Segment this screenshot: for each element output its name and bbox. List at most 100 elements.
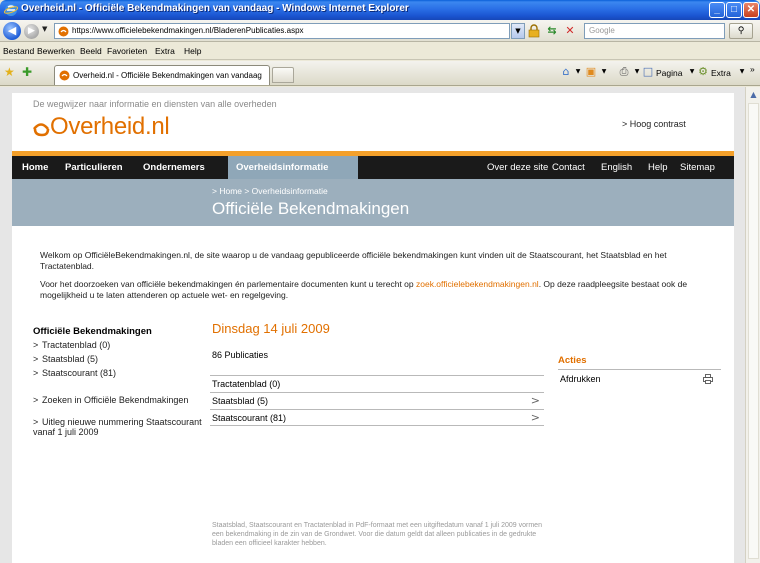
- printer-icon[interactable]: [703, 374, 713, 384]
- print-link[interactable]: Afdrukken: [560, 374, 601, 384]
- search-placeholder: Google: [589, 26, 615, 35]
- menu-bestand[interactable]: Bestand: [3, 46, 34, 56]
- history-dropdown-button[interactable]: ▼: [42, 25, 47, 33]
- feeds-icon[interactable]: ▣: [585, 66, 597, 78]
- sidebar-item-uitleg[interactable]: > Uitleg nieuwe nummering Staatscourant v…: [33, 417, 203, 437]
- page-menu[interactable]: Pagina: [656, 68, 682, 78]
- publication-label: Staatsblad (5): [212, 396, 269, 406]
- footer-note: Staatsblad, Staatscourant en Tractatenbl…: [212, 522, 542, 547]
- chevron-right-icon: >: [33, 395, 39, 405]
- vertical-scrollbar[interactable]: ▲: [745, 87, 760, 563]
- sidebar-item-staatsblad[interactable]: > Staatsblad (5): [33, 354, 98, 364]
- search-input[interactable]: Google: [584, 23, 725, 39]
- nav-home[interactable]: Home: [22, 156, 48, 179]
- menu-bar: Bestand Bewerken Beeld Favorieten Extra …: [0, 43, 760, 60]
- gear-icon[interactable]: ⚙: [697, 66, 709, 78]
- nav-sitemap[interactable]: Sitemap: [680, 156, 715, 179]
- intro-search-text: Voor het doorzoeken van officiële bekend…: [40, 279, 416, 289]
- print-icon[interactable]: ⎙: [618, 66, 630, 78]
- high-contrast-link[interactable]: > Hoog contrast: [622, 119, 686, 129]
- publication-row-tractatenblad[interactable]: Tractatenblad (0): [210, 375, 544, 392]
- tab-bar: ★ ✚ Overheid.nl - Officiële Bekendmaking…: [0, 61, 760, 86]
- breadcrumb[interactable]: > Home > Overheidsinformatie: [212, 186, 328, 196]
- site-tagline: De wegwijzer naar informatie en diensten…: [33, 99, 277, 109]
- tab-overheid[interactable]: Overheid.nl - Officiële Bekendmakingen v…: [54, 65, 270, 85]
- browser-viewport: De wegwijzer naar informatie en diensten…: [0, 87, 745, 563]
- forward-button[interactable]: ▶: [24, 24, 39, 39]
- chevron-right-icon: >: [33, 354, 39, 364]
- sidebar-item-label: Staatsblad (5): [42, 354, 99, 364]
- publication-label: Staatscourant (81): [212, 413, 287, 423]
- toolbar-overflow-button[interactable]: »: [750, 64, 755, 74]
- intro-paragraph: Welkom op OfficiëleBekendmakingen.nl, de…: [40, 250, 667, 271]
- refresh-icon[interactable]: ⇆: [545, 24, 559, 38]
- sidebar-item-label: Tractatenblad (0): [42, 340, 111, 350]
- page-icon[interactable]: □: [642, 66, 654, 78]
- nav-help[interactable]: Help: [648, 156, 668, 179]
- search-icon[interactable]: ⚲: [729, 23, 753, 39]
- add-favorite-icon[interactable]: ✚: [22, 66, 32, 78]
- sidebar-title: Officiële Bekendmakingen: [33, 326, 152, 337]
- scrollbar-thumb[interactable]: [748, 103, 759, 559]
- chevron-right-icon: >: [33, 417, 39, 427]
- maximize-button[interactable]: □: [726, 2, 742, 18]
- stop-icon[interactable]: ✕: [563, 24, 577, 38]
- tools-menu[interactable]: Extra: [711, 68, 731, 78]
- acties-heading: Acties: [558, 355, 587, 366]
- menu-beeld[interactable]: Beeld: [80, 46, 102, 56]
- window-title-bar[interactable]: Overheid.nl - Officiële Bekendmakingen v…: [0, 0, 760, 20]
- address-url: https://www.officielebekendmakingen.nl/B…: [72, 26, 304, 35]
- close-button[interactable]: ✕: [743, 2, 759, 18]
- nav-ondernemers[interactable]: Ondernemers: [143, 156, 205, 179]
- zoek-link[interactable]: zoek.officielebekendmakingen.nl: [416, 279, 539, 289]
- scroll-up-arrow-icon[interactable]: ▲: [747, 88, 760, 101]
- sidebar-item-zoeken[interactable]: > Zoeken in Officiële Bekendmakingen: [33, 395, 203, 405]
- sidebar-item-staatscourant[interactable]: > Staatscourant (81): [33, 368, 116, 378]
- tab-label: Overheid.nl - Officiële Bekendmakingen v…: [73, 71, 262, 80]
- menu-extra[interactable]: Extra: [155, 46, 175, 56]
- nav-particulieren[interactable]: Particulieren: [65, 156, 123, 179]
- nav-overheidsinformatie[interactable]: Overheidsinformatie: [236, 156, 328, 179]
- intro-search-paragraph: Voor het doorzoeken van officiële bekend…: [40, 279, 720, 301]
- main-nav: Home Particulieren Ondernemers Overheids…: [12, 156, 734, 179]
- site-favicon-icon: [59, 70, 70, 81]
- logo-text: Overheid.nl: [50, 113, 170, 140]
- sidebar-item-label: Zoeken in Officiële Bekendmakingen: [42, 395, 189, 405]
- tools-dropdown-icon[interactable]: ▼: [736, 66, 748, 78]
- internet-explorer-icon: [4, 4, 18, 16]
- sidebar-item-label: Uitleg nieuwe nummering Staatscourant va…: [33, 417, 202, 437]
- web-page: De wegwijzer naar informatie en diensten…: [12, 93, 734, 563]
- menu-bewerken[interactable]: Bewerken: [37, 46, 75, 56]
- address-field[interactable]: https://www.officielebekendmakingen.nl/B…: [54, 23, 510, 39]
- page-banner: > Home > Overheidsinformatie Officiële B…: [12, 179, 734, 226]
- new-tab-button[interactable]: [272, 67, 294, 83]
- publication-label: Tractatenblad (0): [212, 379, 281, 389]
- chevron-right-icon: >: [33, 368, 39, 378]
- site-favicon-icon: [58, 26, 69, 37]
- sidebar-item-tractatenblad[interactable]: > Tractatenblad (0): [33, 340, 110, 350]
- logo-mark-icon: [32, 123, 50, 137]
- page-title: Officiële Bekendmakingen: [212, 199, 410, 218]
- publication-count: 86 Publicaties: [212, 350, 269, 360]
- favorites-star-icon[interactable]: ★: [4, 66, 15, 78]
- publication-row-staatscourant[interactable]: Staatscourant (81) >: [210, 409, 544, 426]
- home-icon[interactable]: ⌂: [560, 66, 572, 78]
- menu-help[interactable]: Help: [184, 46, 201, 56]
- nav-over-deze-site[interactable]: Over deze site: [487, 156, 548, 179]
- date-heading: Dinsdag 14 juli 2009: [212, 321, 330, 336]
- chevron-right-icon: >: [530, 411, 540, 424]
- window-title: Overheid.nl - Officiële Bekendmakingen v…: [21, 3, 409, 14]
- chevron-right-icon: >: [530, 394, 540, 407]
- lock-icon[interactable]: [528, 24, 540, 38]
- chevron-right-icon: >: [33, 340, 39, 350]
- address-dropdown-button[interactable]: ▼: [511, 23, 525, 39]
- menu-favorieten[interactable]: Favorieten: [107, 46, 147, 56]
- home-dropdown-icon[interactable]: ▼: [572, 66, 584, 78]
- minimize-button[interactable]: _: [709, 2, 725, 18]
- feeds-dropdown-icon[interactable]: ▼: [598, 66, 610, 78]
- nav-english[interactable]: English: [601, 156, 632, 179]
- acties-divider: [558, 369, 721, 370]
- publication-row-staatsblad[interactable]: Staatsblad (5) >: [210, 392, 544, 409]
- nav-contact[interactable]: Contact: [552, 156, 585, 179]
- back-button[interactable]: ◀: [3, 22, 21, 40]
